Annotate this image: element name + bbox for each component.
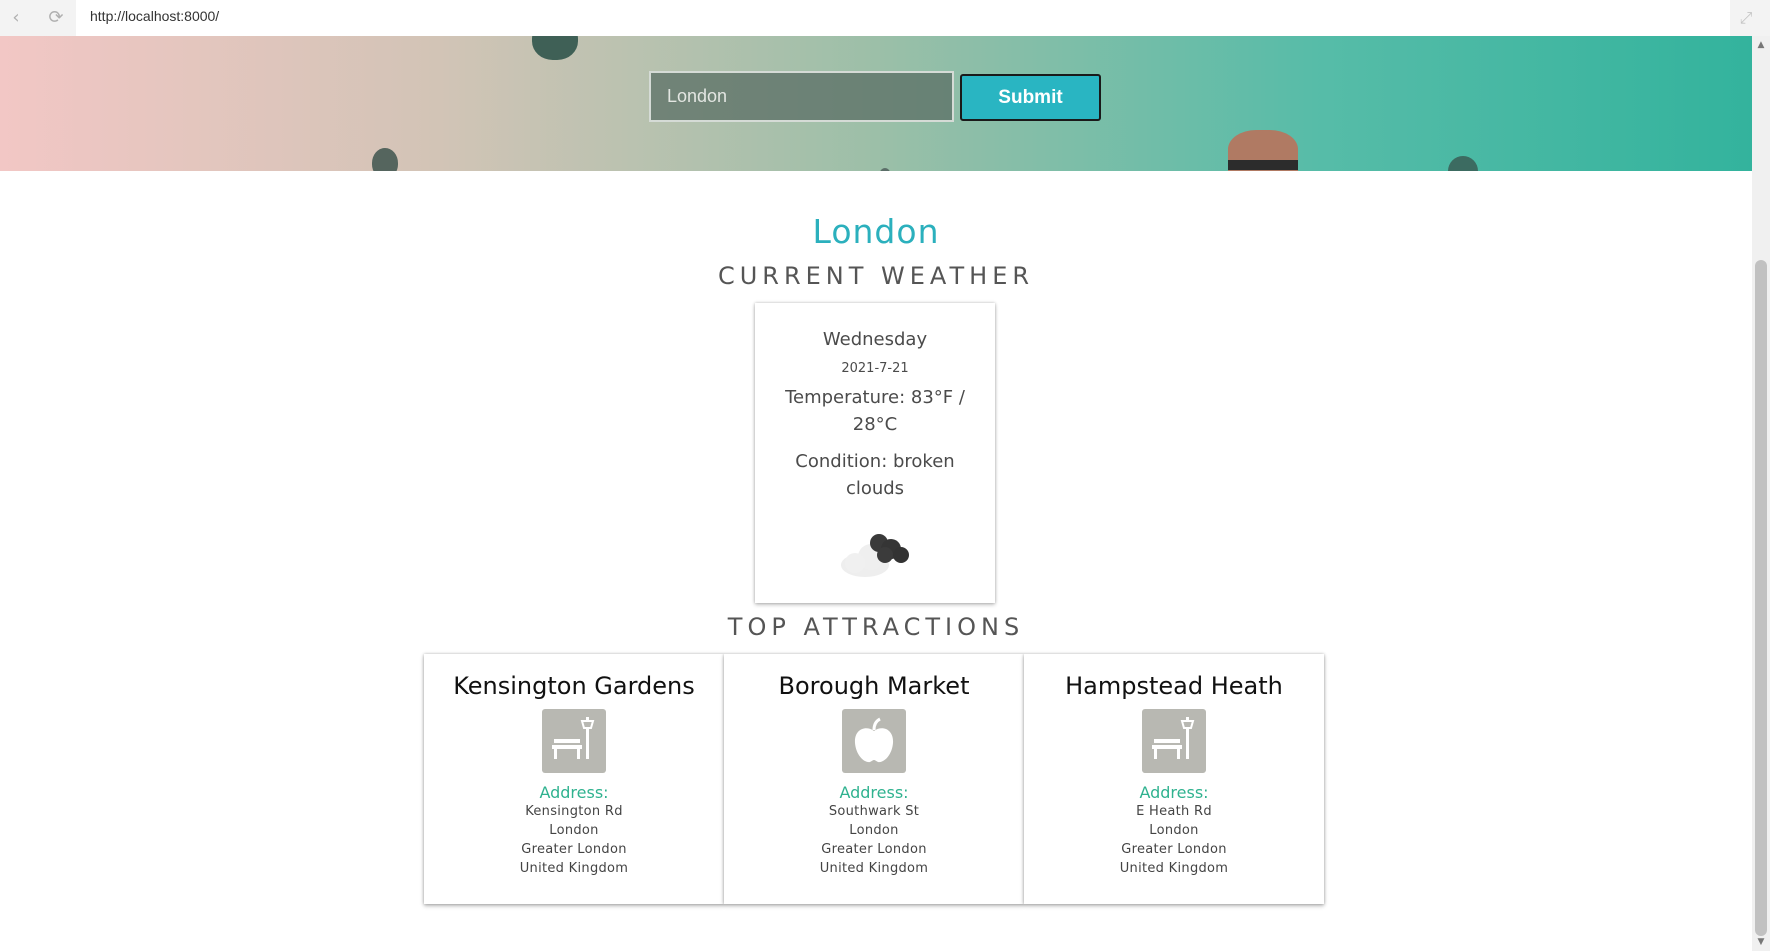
attraction-name: Kensington Gardens (453, 672, 695, 700)
submit-button[interactable]: Submit (960, 74, 1101, 121)
expand-icon[interactable]: ⤢ (1734, 6, 1758, 30)
address-line: Greater London (821, 842, 927, 857)
weather-condition: Condition: broken clouds (795, 451, 955, 499)
weather-temperature: Temperature: 83°F / 28°C (785, 387, 965, 435)
weather-date: 2021-7-21 (841, 361, 909, 376)
balloon-decoration (532, 36, 578, 60)
address-line: London (1149, 823, 1199, 838)
balloon-decoration (1448, 156, 1478, 171)
weather-day: Wednesday (822, 329, 928, 350)
apple-icon (842, 709, 906, 773)
address-bar[interactable]: http://localhost:8000/ (76, 0, 1730, 36)
page-scrollbar[interactable]: ▲ ▼ (1752, 36, 1770, 951)
address-line: London (849, 823, 899, 838)
address-line: United Kingdom (1119, 861, 1229, 876)
back-arrow-icon[interactable]: ‹ (4, 6, 28, 30)
attraction-name: Hampstead Heath (1065, 672, 1283, 700)
park-icon (542, 709, 606, 773)
browser-toolbar: ‹ ⟳ http://localhost:8000/ ⤢ (0, 0, 1770, 37)
attractions-list: Kensington Gardens Address: Kensington R… (424, 654, 1326, 904)
address-line: Greater London (521, 842, 627, 857)
address-line: Kensington Rd (525, 804, 623, 819)
address-line: London (549, 823, 599, 838)
reload-icon[interactable]: ⟳ (44, 6, 68, 30)
balloon-decoration (880, 168, 890, 171)
scroll-up-icon[interactable]: ▲ (1752, 38, 1770, 52)
balloon-decoration (372, 148, 398, 171)
city-search-input[interactable] (649, 71, 954, 122)
address-line: United Kingdom (519, 861, 629, 876)
address-line: Greater London (1121, 842, 1227, 857)
attraction-card[interactable]: Borough Market Address: Southwark St Lon… (724, 654, 1024, 904)
attraction-card[interactable]: Hampstead Heath Address: E Heath Rd Lond… (1024, 654, 1324, 904)
address-line: United Kingdom (819, 861, 929, 876)
park-icon (1142, 709, 1206, 773)
scrollbar-thumb[interactable] (1755, 260, 1767, 936)
address-line: E Heath Rd (1136, 804, 1212, 819)
current-weather-heading: CURRENT WEATHER (717, 262, 1035, 290)
address-label: Address: (539, 783, 609, 802)
attraction-card[interactable]: Kensington Gardens Address: Kensington R… (424, 654, 724, 904)
url-text: http://localhost:8000/ (90, 8, 220, 24)
weather-card: Wednesday 2021-7-21 Temperature: 83°F / … (755, 303, 995, 603)
top-attractions-heading: TOP ATTRACTIONS (727, 613, 1025, 641)
broken-clouds-icon (835, 531, 915, 581)
address-label: Address: (1139, 783, 1209, 802)
address-line: Southwark St (828, 804, 920, 819)
city-title: London (812, 212, 940, 251)
scroll-down-icon[interactable]: ▼ (1752, 935, 1770, 949)
hat-decoration (1208, 130, 1318, 171)
address-label: Address: (839, 783, 909, 802)
attraction-name: Borough Market (778, 672, 970, 700)
